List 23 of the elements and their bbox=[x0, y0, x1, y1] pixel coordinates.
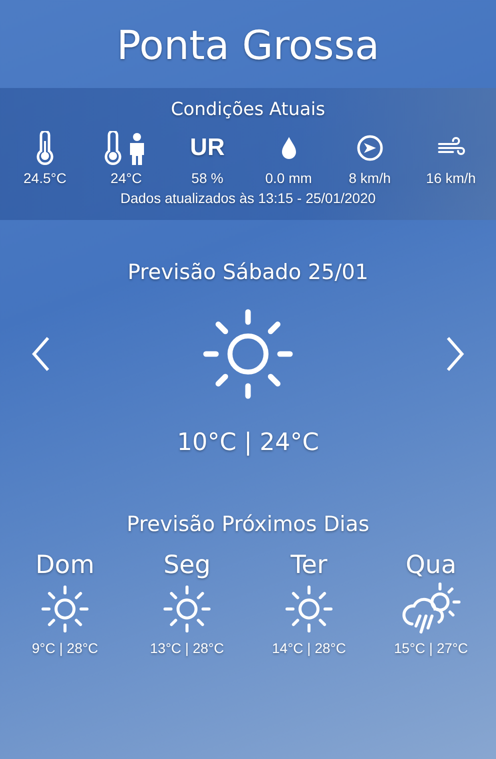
temperature-range: 9°C | 28°C bbox=[32, 640, 98, 656]
day-name: Dom bbox=[36, 550, 94, 580]
temperature-range: 14°C | 28°C bbox=[272, 640, 346, 656]
forecast-title: Previsão Sábado 25/01 bbox=[126, 259, 370, 286]
forecast-title: Previsão Próximos Dias bbox=[126, 511, 370, 538]
compass-icon bbox=[356, 134, 384, 162]
section-title: Condições Atuais bbox=[170, 98, 326, 122]
day-name: Qua bbox=[406, 550, 456, 580]
reading-value: 24.5°C bbox=[24, 170, 66, 186]
reading-value: 0.0 mm bbox=[265, 170, 312, 186]
reading-value: 24°C bbox=[110, 170, 142, 186]
reading-value: 8 km/h bbox=[348, 170, 391, 186]
city-title: Ponta Grossa bbox=[116, 22, 380, 66]
humidity-label: UR bbox=[190, 134, 225, 162]
temperature-range: 10°C | 24°C bbox=[176, 428, 320, 456]
temperature-range: 13°C | 28°C bbox=[150, 640, 224, 656]
reading-value: 16 km/h bbox=[426, 170, 476, 186]
day-name: Ter bbox=[290, 550, 328, 580]
update-time: Dados atualizados às 13:15 - 25/01/2020 bbox=[119, 190, 377, 206]
thermometer-icon bbox=[35, 131, 55, 165]
temperature-range: 15°C | 27°C bbox=[394, 640, 468, 656]
day-name: Seg bbox=[163, 550, 211, 580]
reading-value: 58 % bbox=[191, 170, 224, 186]
